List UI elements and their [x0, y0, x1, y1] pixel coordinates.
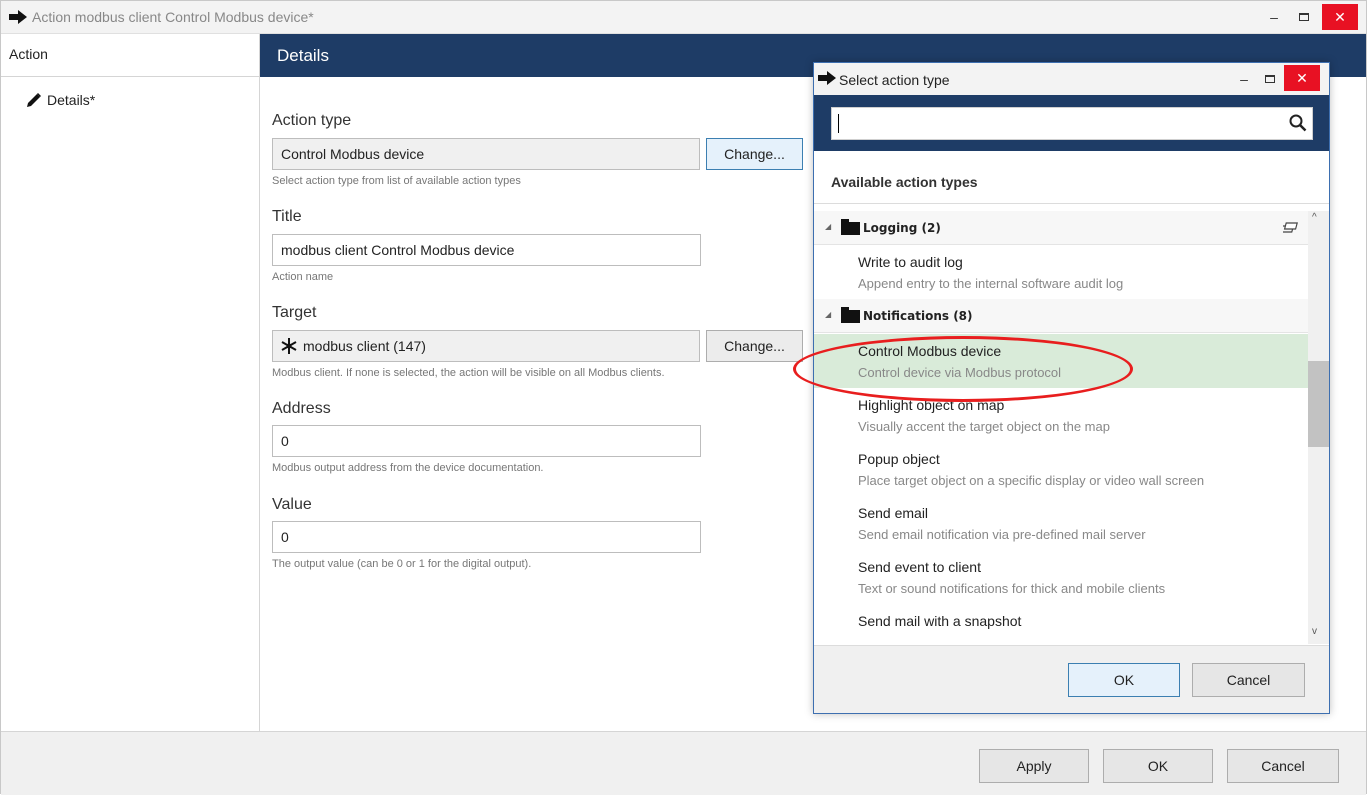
maximize-icon	[1299, 13, 1309, 21]
expand-triangle-icon[interactable]: ◢	[825, 222, 831, 231]
item-title: Send event to client	[858, 559, 981, 575]
list-item[interactable]: Popup object Place target object on a sp…	[814, 442, 1308, 496]
list-item[interactable]: Write to audit log Append entry to the i…	[814, 245, 1308, 299]
item-title: Control Modbus device	[858, 343, 1002, 359]
dialog-minimize-button[interactable]: –	[1234, 69, 1254, 89]
target-label: Target	[272, 304, 317, 321]
dialog-ok-button[interactable]: OK	[1068, 663, 1180, 697]
item-description: Text or sound notifications for thick an…	[858, 581, 1166, 596]
item-title: Highlight object on map	[858, 397, 1005, 413]
list-item[interactable]: Send event to client Text or sound notif…	[814, 550, 1308, 604]
change-action-type-button[interactable]: Change...	[706, 138, 803, 170]
pencil-icon	[26, 92, 42, 113]
value-label: Value	[272, 496, 312, 513]
dialog-footer: OK Cancel	[814, 645, 1329, 713]
title-field[interactable]: modbus client Control Modbus device	[272, 234, 701, 266]
available-action-types-heading: Available action types	[831, 174, 978, 190]
scroll-down-icon[interactable]: v	[1312, 626, 1317, 637]
address-help: Modbus output address from the device do…	[272, 462, 544, 474]
close-button[interactable]: ✕	[1322, 4, 1358, 30]
title-help: Action name	[272, 271, 334, 283]
minimize-button[interactable]: –	[1263, 6, 1285, 28]
dialog-cancel-button[interactable]: Cancel	[1192, 663, 1305, 697]
item-description: Place target object on a specific displa…	[858, 473, 1205, 488]
maximize-button[interactable]	[1293, 6, 1315, 28]
ok-button[interactable]: OK	[1103, 749, 1213, 783]
group-label: Logging (2)	[863, 221, 941, 235]
title-label: Title	[272, 208, 302, 225]
item-description: Visually accent the target object on the…	[858, 419, 1110, 434]
search-input[interactable]	[831, 107, 1313, 140]
search-band	[814, 95, 1329, 151]
group-logging[interactable]: ◢ Logging (2)	[814, 211, 1308, 245]
details-title: Details	[277, 46, 329, 65]
action-type-help: Select action type from list of availabl…	[272, 175, 521, 187]
nav-item-details[interactable]: Details*	[1, 88, 259, 114]
list-item-selected[interactable]: Control Modbus device Control device via…	[814, 334, 1308, 388]
target-value: modbus client (147)	[303, 338, 426, 354]
item-title: Send email	[858, 505, 929, 521]
action-type-list: ◢ Logging (2) Write to audit log Append …	[814, 211, 1329, 644]
select-action-type-dialog: Select action type – ✕ Available action …	[813, 62, 1330, 714]
title-bar: Action modbus client Control Modbus devi…	[1, 1, 1366, 34]
item-title: Send mail with a snapshot	[858, 613, 1022, 629]
action-arrow-icon	[9, 10, 27, 29]
item-title: Popup object	[858, 451, 940, 467]
network-star-icon	[280, 337, 298, 358]
target-help: Modbus client. If none is selected, the …	[272, 367, 665, 379]
expand-triangle-icon[interactable]: ◢	[825, 310, 831, 319]
change-target-button[interactable]: Change...	[706, 330, 803, 362]
list-item[interactable]: Highlight object on map Visually accent …	[814, 388, 1308, 442]
action-type-field: Control Modbus device	[272, 138, 700, 170]
scroll-up-icon[interactable]: ^	[1312, 212, 1317, 223]
left-navigation: Action Details*	[1, 34, 260, 731]
dialog-maximize-button[interactable]	[1260, 69, 1280, 89]
window-title: Action modbus client Control Modbus devi…	[32, 9, 314, 25]
nav-header-label: Action	[9, 46, 48, 62]
folder-icon	[841, 307, 860, 323]
action-type-label: Action type	[272, 112, 352, 129]
scrollbar-thumb[interactable]	[1308, 361, 1329, 447]
list-scrollbar[interactable]: ^ v	[1308, 211, 1329, 644]
item-description: Append entry to the internal software au…	[858, 276, 1124, 291]
group-notifications[interactable]: ◢ Notifications (8)	[814, 299, 1308, 333]
text-caret	[838, 114, 839, 133]
group-label: Notifications (8)	[863, 309, 973, 323]
dialog-close-button[interactable]: ✕	[1284, 65, 1320, 91]
action-arrow-icon	[818, 71, 836, 90]
divider	[814, 203, 1329, 204]
target-field: modbus client (147)	[272, 330, 700, 362]
nav-header: Action	[1, 34, 259, 77]
collapse-all-icon[interactable]	[1280, 220, 1299, 236]
dialog-title: Select action type	[839, 72, 950, 88]
list-item[interactable]: Send email Send email notification via p…	[814, 496, 1308, 550]
nav-item-label: Details*	[47, 92, 96, 108]
dialog-title-bar: Select action type – ✕	[814, 63, 1329, 95]
item-description: Control device via Modbus protocol	[858, 365, 1062, 380]
maximize-icon	[1265, 75, 1275, 83]
value-field[interactable]: 0	[272, 521, 701, 553]
cancel-button[interactable]: Cancel	[1227, 749, 1339, 783]
apply-button[interactable]: Apply	[979, 749, 1089, 783]
item-title: Write to audit log	[858, 254, 963, 270]
value-help: The output value (can be 0 or 1 for the …	[272, 558, 532, 570]
folder-icon	[841, 219, 860, 235]
address-field[interactable]: 0	[272, 425, 701, 457]
address-label: Address	[272, 400, 331, 417]
list-item[interactable]: Send mail with a snapshot	[814, 604, 1308, 644]
bottom-action-bar: Apply OK Cancel	[1, 731, 1366, 795]
search-icon[interactable]	[1289, 114, 1307, 137]
item-description: Send email notification via pre-defined …	[858, 527, 1146, 542]
